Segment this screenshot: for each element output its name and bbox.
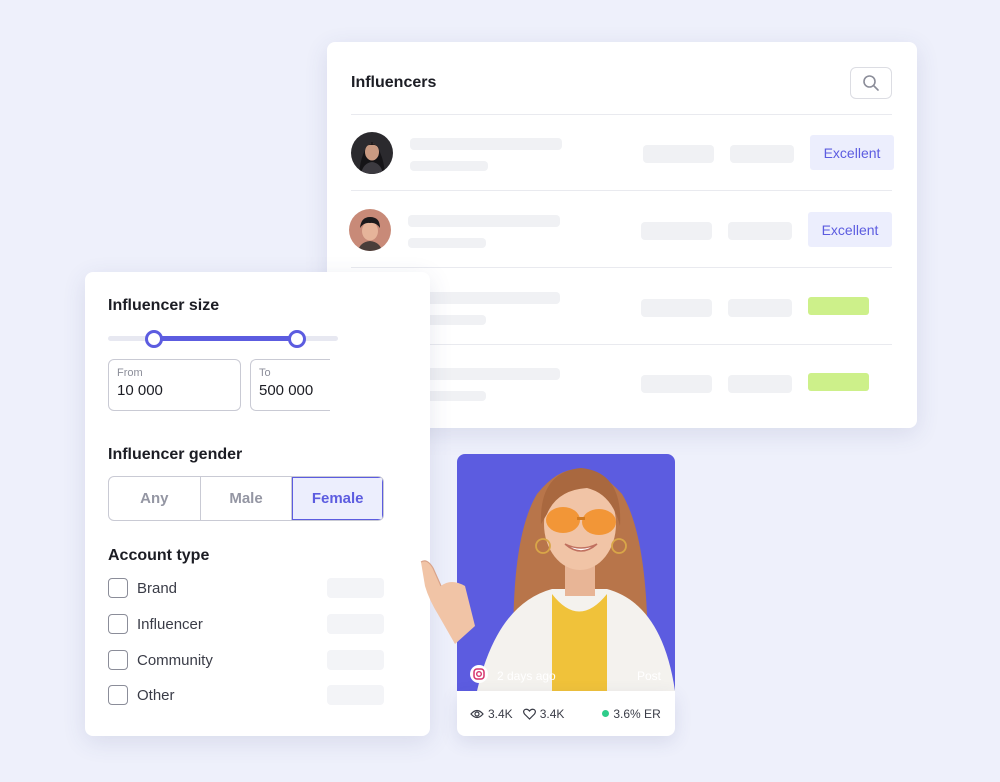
avatar (349, 209, 391, 251)
likes-count: 3.4K (539, 706, 565, 721)
quality-indicator (808, 297, 869, 315)
name-placeholder (408, 215, 560, 227)
from-label: From (117, 367, 143, 379)
gender-selector: Any Male Female (108, 476, 384, 521)
account-type-option-community[interactable]: Community (108, 648, 384, 672)
woman-photo (477, 468, 675, 691)
other-checkbox[interactable] (108, 685, 128, 705)
followers-placeholder (641, 222, 712, 240)
followers-placeholder (643, 145, 714, 163)
influencer-row[interactable]: Excellent (351, 115, 894, 191)
views-count: 3.4K (488, 706, 513, 721)
influencers-title: Influencers (351, 74, 437, 91)
quality-badge: Excellent (810, 135, 894, 170)
count-placeholder (327, 614, 384, 634)
size-from-field[interactable]: From 10 000 (108, 359, 241, 411)
gender-female-button[interactable]: Female (292, 477, 383, 520)
size-to-field[interactable]: To 500 000 (250, 359, 330, 411)
to-value: 500 000 (259, 382, 314, 399)
influencer-label: Influencer (137, 615, 203, 633)
engagement-placeholder (730, 145, 794, 163)
followers-placeholder (641, 375, 712, 393)
influencer-row[interactable] (349, 345, 892, 421)
handle-placeholder (410, 161, 488, 171)
handle-placeholder (408, 238, 486, 248)
count-placeholder (327, 578, 384, 598)
followers-placeholder (641, 299, 712, 317)
influencer-size-title: Influencer size (108, 297, 220, 314)
community-label: Community (137, 651, 213, 669)
engagement-placeholder (728, 299, 792, 317)
search-button[interactable] (850, 67, 892, 99)
brand-checkbox[interactable] (108, 578, 128, 598)
quality-badge: Excellent (808, 212, 892, 247)
engagement-placeholder (728, 222, 792, 240)
from-value: 10 000 (117, 382, 163, 399)
post-stats-bar: 3.4K 3.4K 3.6% ER (457, 691, 675, 736)
size-slider-range (153, 336, 297, 341)
post-photo[interactable]: 2 days ago Post (457, 454, 675, 691)
name-placeholder (410, 138, 562, 150)
likes-stat: 3.4K (522, 706, 565, 721)
account-type-option-other[interactable]: Other (108, 683, 384, 707)
influencer-checkbox[interactable] (108, 614, 128, 634)
brand-label: Brand (137, 579, 178, 597)
engagement-rate: 3.6% ER (613, 706, 661, 721)
eye-icon (470, 709, 484, 718)
quality-indicator (808, 373, 869, 391)
instagram-icon (470, 665, 488, 683)
heart-icon (522, 708, 536, 720)
gender-any-button[interactable]: Any (109, 477, 201, 520)
size-slider-max-handle[interactable] (288, 330, 306, 348)
post-type: Post (636, 669, 661, 683)
account-type-option-influencer[interactable]: Influencer (108, 612, 384, 636)
search-icon (863, 75, 879, 91)
post-time: 2 days ago (497, 669, 556, 683)
views-stat: 3.4K (470, 707, 513, 721)
count-placeholder (327, 650, 384, 670)
er-status-dot (602, 710, 610, 717)
avatar (351, 132, 393, 174)
gender-male-button[interactable]: Male (201, 477, 293, 520)
influencer-gender-title: Influencer gender (108, 446, 243, 463)
account-type-option-brand[interactable]: Brand (108, 576, 384, 600)
account-type-title: Account type (108, 547, 210, 564)
hand-illustration (420, 560, 475, 644)
engagement-rate-stat: 3.6% ER (602, 706, 661, 721)
community-checkbox[interactable] (108, 650, 128, 670)
to-label: To (259, 367, 271, 379)
count-placeholder (327, 685, 384, 705)
influencer-row[interactable] (349, 269, 892, 345)
size-slider-min-handle[interactable] (145, 330, 163, 348)
engagement-placeholder (728, 375, 792, 393)
other-label: Other (137, 686, 175, 704)
name-placeholder (408, 292, 560, 304)
influencer-row[interactable]: Excellent (349, 192, 892, 268)
name-placeholder (408, 368, 560, 380)
